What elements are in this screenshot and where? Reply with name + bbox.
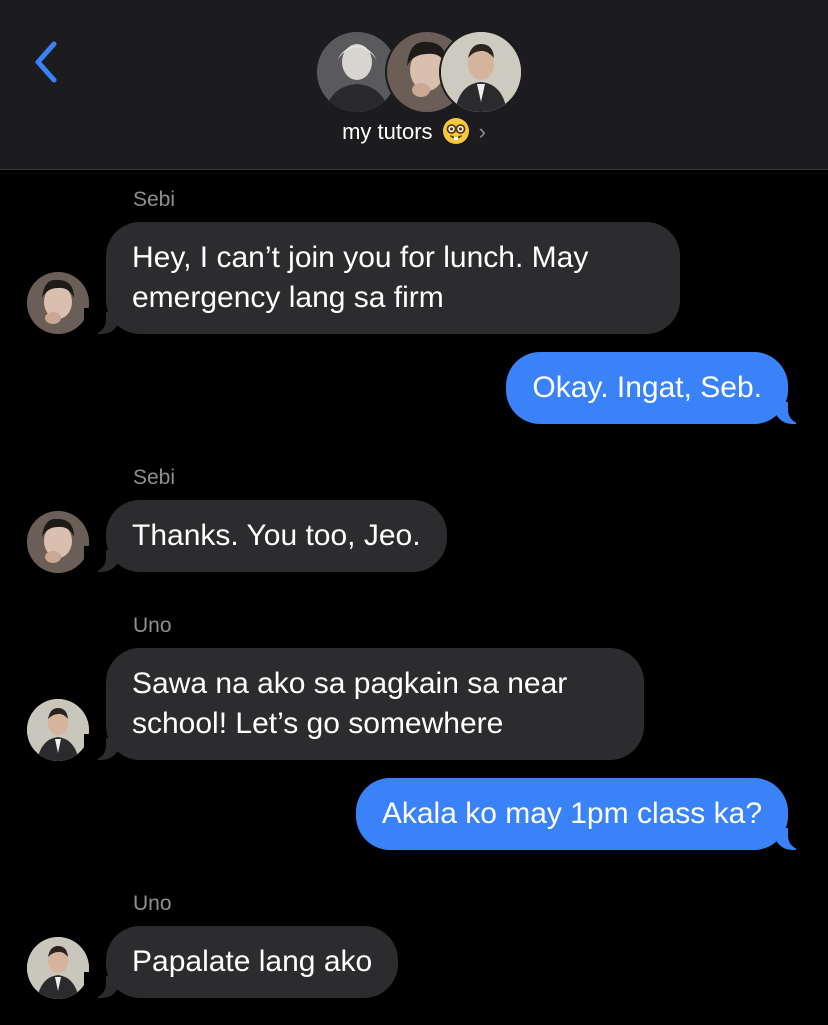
message-bubble-incoming[interactable]: Papalate lang ako — [83, 926, 399, 998]
group-avatars[interactable] — [315, 30, 523, 114]
message-bubble-incoming[interactable]: Thanks. You too, Jeo. — [84, 500, 447, 572]
sender-avatar-uno[interactable] — [27, 699, 89, 761]
sender-avatar-sebi[interactable] — [27, 272, 89, 334]
message-text: Papalate lang ako — [132, 945, 373, 978]
chevron-right-icon: › — [478, 119, 486, 144]
message-text: Akala ko may 1pm class ka? — [381, 797, 762, 830]
group-name-button[interactable]: my tutors › — [0, 118, 828, 145]
back-button[interactable] — [30, 38, 64, 88]
message-text: Hey, I can’t join you for lunch. May eme… — [132, 241, 589, 314]
chevron-left-icon — [35, 41, 57, 83]
message-bubble-incoming[interactable]: Hey, I can’t join you for lunch. May eme… — [84, 222, 680, 334]
sender-name: Sebi — [133, 466, 176, 489]
sender-name: Sebi — [133, 188, 176, 211]
message-text: Sawa na ako sa pagkain sa near school! L… — [132, 667, 568, 740]
sender-avatar-sebi[interactable] — [27, 511, 89, 573]
nerd-face-emoji-icon — [442, 118, 469, 144]
message-bubble-incoming[interactable]: Sawa na ako sa pagkain sa near school! L… — [84, 648, 644, 760]
sender-avatar-uno[interactable] — [27, 937, 89, 999]
group-member-avatar — [439, 30, 523, 114]
message-bubble-outgoing[interactable]: Akala ko may 1pm class ka? — [355, 778, 811, 850]
group-name-label: my tutors — [342, 119, 433, 144]
conversation-header: my tutors › — [0, 0, 828, 170]
message-bubble-outgoing[interactable]: Okay. Ingat, Seb. — [506, 352, 810, 424]
message-text: Thanks. You too, Jeo. — [132, 519, 421, 552]
sender-name: Uno — [133, 614, 172, 637]
message-text: Okay. Ingat, Seb. — [532, 371, 762, 404]
sender-name: Uno — [133, 892, 172, 915]
